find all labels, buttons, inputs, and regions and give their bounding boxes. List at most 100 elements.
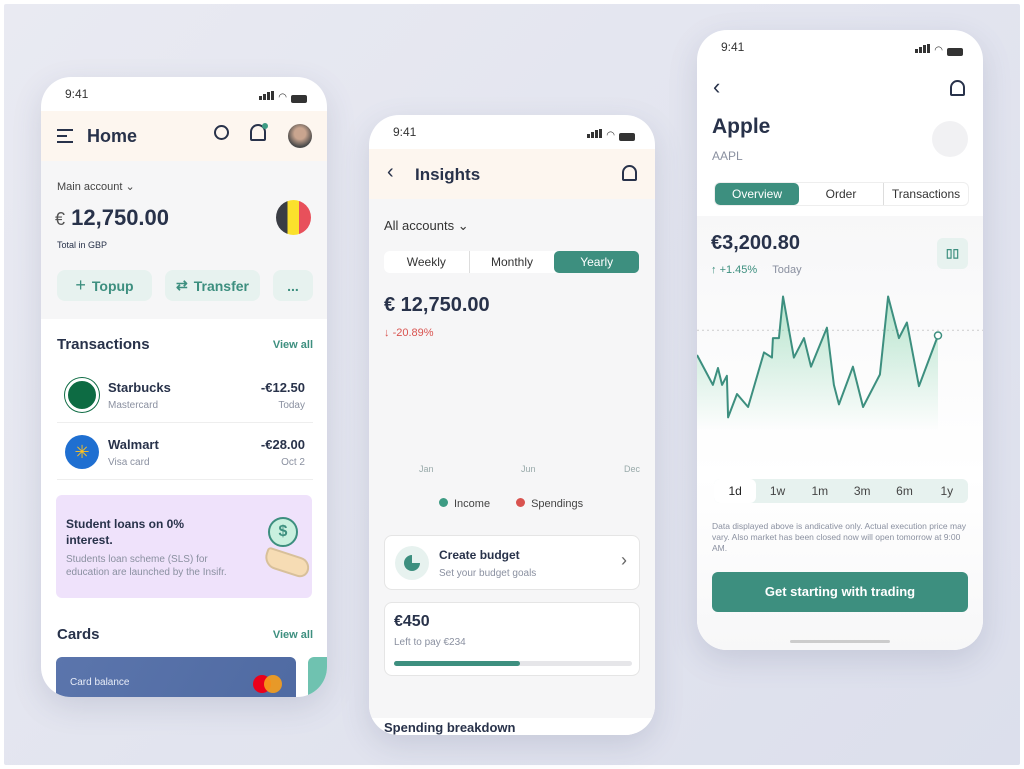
transaction-date: Today (278, 400, 305, 411)
pay-sub: Left to pay €234 (394, 637, 466, 648)
promo-title: Student loans on 0% interest. (66, 517, 185, 547)
budget-title: Create budget (439, 548, 520, 562)
belgium-flag-icon[interactable] (276, 200, 311, 235)
range-1y[interactable]: 1y (926, 479, 968, 503)
account-summary: Main account ⌄ € 12,750.00 Total in GBP … (41, 161, 327, 319)
balance-note: Total in GBP (57, 240, 108, 250)
bell-icon[interactable] (250, 123, 268, 141)
price-area (697, 296, 938, 430)
topup-button[interactable]: + Topup (57, 270, 152, 301)
range-3m[interactable]: 3m (841, 479, 883, 503)
back-icon[interactable]: ‹ (387, 161, 394, 184)
home-indicator (790, 640, 890, 643)
signal-icon (586, 127, 603, 141)
transactions-view-all-link[interactable]: View all (273, 339, 313, 351)
account-selector[interactable]: Main account ⌄ (57, 180, 135, 193)
period-tabs: Weekly Monthly Yearly (384, 251, 640, 273)
time: 9:41 (65, 87, 89, 101)
transaction-amount: -€12.50 (260, 380, 305, 395)
transaction-row[interactable]: Starbucks Mastercard -€12.50 Today (57, 367, 313, 423)
x-tick-label: Jan (419, 464, 434, 474)
cards-title: Cards (57, 626, 100, 643)
candlestick-icon[interactable]: ▯▯ (937, 238, 968, 269)
pay-amount: €450 (394, 613, 430, 630)
tab-order[interactable]: Order (799, 183, 884, 205)
header: Home (41, 111, 327, 161)
time: 9:41 (721, 40, 745, 54)
range-selector: 1d 1w 1m 3m 6m 1y (714, 479, 968, 503)
range-1d[interactable]: 1d (714, 479, 757, 503)
start-trading-button[interactable]: Get starting with trading (712, 572, 968, 612)
stock-change: ↑ +1.45% Today (711, 264, 802, 276)
balance: € 12,750.00 (55, 205, 170, 230)
wifi-icon: ◠ (606, 130, 615, 141)
plus-icon: + (75, 275, 86, 295)
stock-ticker: AAPL (712, 149, 743, 163)
wifi-icon: ◠ (278, 92, 287, 103)
wifi-icon: ◠ (934, 45, 943, 56)
search-icon[interactable] (214, 125, 229, 140)
time: 9:41 (393, 125, 417, 139)
dollar-hand-icon: $ (268, 517, 298, 547)
transaction-method: Mastercard (108, 400, 159, 411)
header: ‹ Insights (369, 149, 655, 199)
promo-banner[interactable]: Student loans on 0% interest. Students l… (56, 495, 312, 598)
transaction-amount: -€28.00 (260, 437, 305, 452)
transfer-button[interactable]: ⇄ Transfer (165, 270, 260, 301)
next-card[interactable] (308, 657, 327, 697)
back-icon[interactable]: ‹ (713, 74, 720, 100)
home-screen: 9:41 ◠ Home Main account ⌄ € 12,750.00 T… (41, 77, 327, 697)
transaction-name: Walmart (108, 437, 159, 452)
range-1w[interactable]: 1w (756, 479, 798, 503)
stock-name: Apple (712, 115, 771, 138)
disclaimer: Data displayed above is andicative only.… (712, 521, 967, 553)
balance-change: ↓ -20.89% (384, 327, 434, 339)
signal-icon (914, 42, 931, 56)
stock-tabs: Overview Order Transactions (714, 182, 969, 206)
status-bar: 9:41 ◠ (393, 125, 635, 141)
chevron-right-icon: › (621, 550, 627, 570)
tab-yearly[interactable]: Yearly (554, 251, 640, 273)
bell-icon[interactable] (950, 80, 965, 96)
tab-transactions[interactable]: Transactions (884, 183, 968, 205)
spending-breakdown-title: Spending breakdown (369, 718, 655, 735)
battery-icon (947, 48, 963, 56)
mastercard-logo-circle (264, 675, 282, 693)
transaction-row[interactable]: ✳ Walmart Visa card -€28.00 Oct 2 (57, 424, 313, 480)
stock-price-chart (697, 295, 983, 430)
accounts-selector[interactable]: All accounts ⌄ (384, 218, 469, 234)
create-budget-button[interactable]: Create budget Set your budget goals › (384, 535, 640, 590)
hand-icon (262, 546, 312, 580)
tab-overview[interactable]: Overview (715, 183, 799, 205)
card-balance[interactable]: Card balance (56, 657, 296, 697)
cards-view-all-link[interactable]: View all (273, 629, 313, 641)
chart-legend: Income Spendings (439, 498, 583, 510)
menu-icon[interactable] (57, 129, 73, 143)
status-bar: 9:41 ◠ (721, 40, 963, 56)
page-title: Home (87, 126, 138, 146)
more-button[interactable]: ... (273, 270, 313, 301)
transfer-icon: ⇄ (176, 277, 188, 293)
transaction-method: Visa card (108, 457, 150, 468)
battery-icon (619, 133, 635, 141)
x-tick-label: Dec (624, 464, 641, 474)
transaction-name: Starbucks (108, 380, 171, 395)
x-tick-label: Jun (521, 464, 536, 474)
budget-sub: Set your budget goals (439, 568, 537, 579)
range-1m[interactable]: 1m (799, 479, 841, 503)
promo-body: Students loan scheme (SLS) for education… (66, 554, 227, 578)
page-title: Insights (415, 165, 481, 184)
signal-icon (258, 89, 275, 103)
income-spending-chart: €0€1000€20,000JanJunDec (419, 464, 641, 474)
stock-price: €3,200.80 (711, 232, 800, 254)
avatar[interactable] (288, 124, 312, 148)
left-to-pay-card[interactable]: €450 Left to pay €234 (384, 602, 640, 676)
range-6m[interactable]: 6m (883, 479, 925, 503)
insights-screen: 9:41 ◠ ‹ Insights All accounts ⌄ Weekly … (369, 115, 655, 735)
legend-income: Income (439, 498, 490, 510)
tab-monthly[interactable]: Monthly (470, 251, 555, 273)
transactions-title: Transactions (57, 336, 150, 353)
battery-icon (291, 95, 307, 103)
tab-weekly[interactable]: Weekly (384, 251, 470, 273)
bell-icon[interactable] (622, 165, 637, 181)
